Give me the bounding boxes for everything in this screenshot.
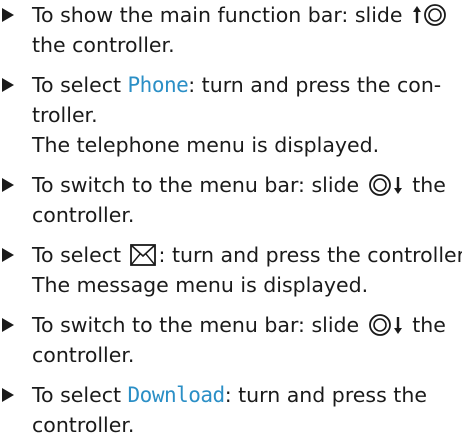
bullet-triangle-icon [2,78,14,92]
step-switch-to-menu-bar: To switch to the menu bar: slide the con… [0,310,462,370]
step-show-main-function-bar: To show the main function bar: slide the… [0,0,462,60]
step-select-phone: To select Phone: turn and press the con-… [0,70,462,160]
step-line: To select Download: turn and press the [32,383,427,407]
envelope-icon [129,244,156,266]
step-line: To switch to the menu bar: slide the [32,313,446,337]
bullet-triangle-icon [2,248,14,262]
slide-up-controller-icon [412,3,446,27]
bullet-triangle-icon [2,388,14,402]
step-line: controller. [32,343,135,367]
step-switch-to-menu-bar: To switch to the menu bar: slide the con… [0,170,462,230]
slide-down-controller-icon [368,313,403,337]
bullet-triangle-icon [2,318,14,332]
slide-down-controller-icon [368,173,403,197]
step-line: controller. [32,203,135,227]
step-line: To select : turn and press the controlle… [32,243,462,267]
step-line: To select Phone: turn and press the con- [32,73,442,97]
step-line: To switch to the menu bar: slide the [32,173,446,197]
bullet-triangle-icon [2,178,14,192]
step-result: The telephone menu is displayed. [32,133,380,157]
step-select-message: To select : turn and press the controlle… [0,240,462,300]
menu-item-phone: Phone [127,73,189,97]
step-result: The message menu is displayed. [32,273,369,297]
step-line: controller. [32,413,135,437]
step-select-download: To select Download: turn and press the c… [0,380,462,440]
step-line: the controller. [32,33,175,57]
step-line: troller. [32,103,98,127]
bullet-triangle-icon [2,8,14,22]
instruction-list: To show the main function bar: slide the… [0,0,462,437]
menu-item-download: Download [127,383,226,407]
step-line: To show the main function bar: slide [32,0,462,30]
